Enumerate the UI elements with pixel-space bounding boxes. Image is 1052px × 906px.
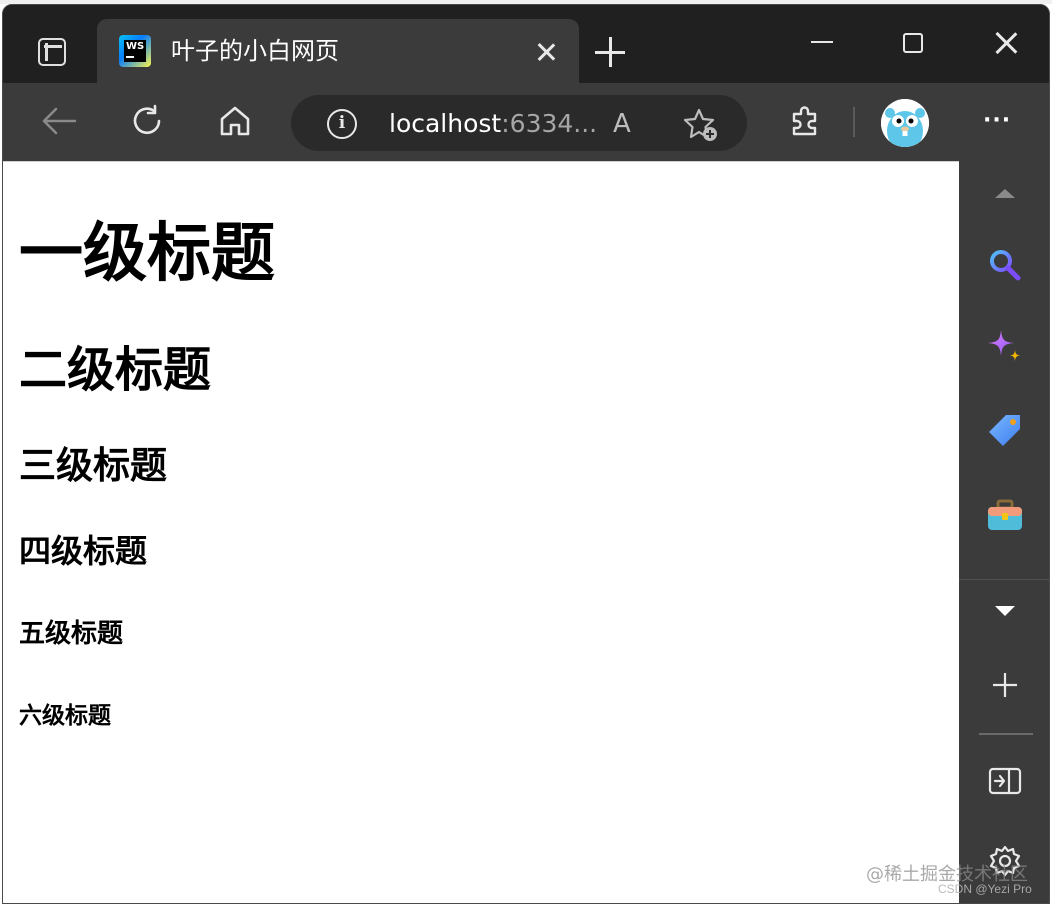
sidebar-search[interactable] <box>985 245 1025 285</box>
puzzle-icon <box>792 106 817 136</box>
sidebar-split-screen[interactable] <box>985 761 1025 801</box>
webstorm-icon-label: WS <box>124 40 146 62</box>
favicon-bar <box>126 56 134 58</box>
heading-1: 一级标题 <box>19 217 275 291</box>
heading-4: 四级标题 <box>19 532 148 570</box>
sidebar-tools[interactable] <box>985 495 1025 535</box>
refresh-icon <box>133 104 161 135</box>
add-icon <box>993 673 1017 697</box>
url-port: :6334... <box>501 109 598 138</box>
read-aloud-icon: A <box>613 109 631 139</box>
read-aloud-button[interactable]: A <box>613 107 649 141</box>
scroll-down-icon <box>995 606 1015 616</box>
info-icon[interactable]: i <box>327 109 357 139</box>
add-favorite-button[interactable] <box>683 107 719 143</box>
split-screen-icon <box>988 767 1022 795</box>
copilot-icon <box>988 330 1020 361</box>
heading-2: 二级标题 <box>19 342 212 398</box>
watermark-csdn: CSDN @Yezi Pro <box>938 882 1032 896</box>
avatar[interactable] <box>881 99 929 147</box>
active-tab[interactable]: WS 叶子的小白网页 <box>97 19 579 83</box>
sidebar-copilot[interactable] <box>985 327 1025 367</box>
gopher-avatar-icon <box>881 99 929 147</box>
home-button[interactable] <box>215 101 255 141</box>
edge-sidebar <box>959 161 1049 903</box>
add-favorite-icon <box>683 108 717 141</box>
tab-strip: WS 叶子的小白网页 <box>3 5 1049 83</box>
tab-actions-button[interactable] <box>17 27 87 77</box>
minimize-button[interactable] <box>811 29 835 53</box>
toolbar-separator <box>853 107 855 137</box>
home-icon <box>220 106 250 136</box>
address-bar[interactable]: i localhost:6334... A <box>291 95 747 151</box>
tab-actions-icon <box>38 38 66 66</box>
close-tab-icon[interactable] <box>533 39 559 65</box>
sidebar-scroll-up[interactable] <box>985 173 1025 213</box>
browser-frame: WS 叶子的小白网页 i localhost:6334... A ··· 一级标… <box>2 4 1050 904</box>
back-arrow-icon <box>42 107 77 135</box>
sidebar-scroll-down[interactable] <box>985 591 1025 631</box>
sidebar-section-divider <box>959 579 1049 580</box>
maximize-button[interactable] <box>903 33 923 53</box>
favicon-text: WS <box>126 41 145 52</box>
sidebar-divider <box>979 733 1033 735</box>
scroll-up-icon <box>995 189 1015 198</box>
heading-3: 三级标题 <box>19 444 167 487</box>
url-text[interactable]: localhost:6334... <box>389 107 597 141</box>
search-icon <box>990 250 1021 281</box>
heading-5: 五级标题 <box>19 619 124 649</box>
window: WS 叶子的小白网页 i localhost:6334... A ··· 一级标… <box>0 0 1052 906</box>
webstorm-icon: WS <box>119 35 151 67</box>
url-host: localhost <box>389 109 502 138</box>
toolbar: i localhost:6334... A ··· <box>3 83 1049 161</box>
close-window-button[interactable] <box>993 29 1019 55</box>
tab-title: 叶子的小白网页 <box>171 37 339 65</box>
shopping-tag-icon <box>989 415 1020 446</box>
sidebar-shopping[interactable] <box>985 411 1025 451</box>
tools-icon <box>988 499 1022 530</box>
sidebar-add[interactable] <box>985 665 1025 705</box>
extensions-button[interactable] <box>785 101 825 141</box>
heading-6: 六级标题 <box>19 703 111 729</box>
page-content: 一级标题 二级标题 三级标题 四级标题 五级标题 六级标题 <box>3 161 959 903</box>
more-icon[interactable]: ··· <box>983 110 1015 132</box>
new-tab-button[interactable] <box>595 37 625 67</box>
back-button[interactable] <box>39 101 79 141</box>
refresh-button[interactable] <box>127 101 167 141</box>
